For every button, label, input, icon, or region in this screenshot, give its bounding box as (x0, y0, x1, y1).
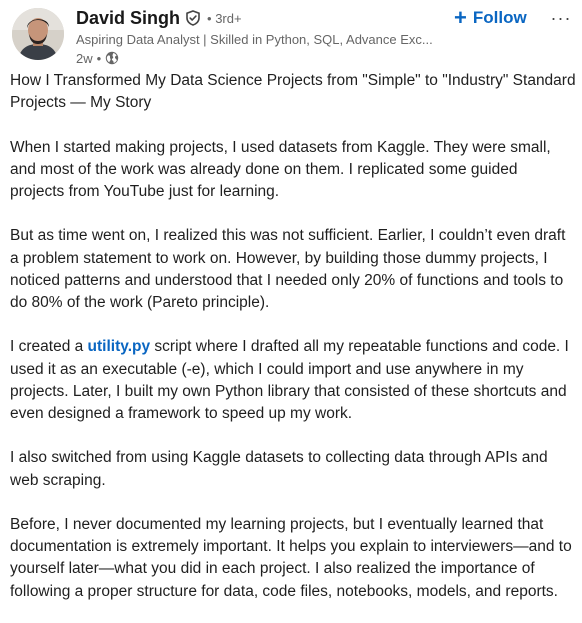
post-body: How I Transformed My Data Science Projec… (10, 70, 576, 603)
follow-label: Follow (472, 8, 527, 27)
paragraph-text: I created a (10, 338, 88, 356)
meta-bullet: • (96, 50, 102, 66)
follow-button[interactable]: + Follow (454, 6, 527, 30)
author-name[interactable]: David Singh (76, 8, 180, 29)
utility-py-link[interactable]: utility.py (88, 338, 151, 355)
author-headline: Aspiring Data Analyst | Skilled in Pytho… (76, 32, 433, 47)
avatar-photo (12, 8, 64, 60)
connection-degree: • 3rd+ (207, 11, 242, 26)
post-meta: 2w • (76, 49, 466, 67)
feed-post: David Singh • 3rd+ Aspiring Data Analyst… (0, 0, 582, 623)
post-age[interactable]: 2w (76, 51, 93, 66)
post-paragraph: Before, I never documented my learning p… (10, 515, 572, 600)
more-horizontal-icon: ··· (550, 7, 572, 28)
post-paragraph: I also switched from using Kaggle datase… (10, 449, 548, 489)
verified-shield-icon (185, 10, 201, 26)
degree-bullet: • (207, 10, 212, 26)
post-paragraph: I created a utility.py script where I dr… (10, 336, 576, 425)
plus-icon: + (454, 5, 467, 30)
post-header: David Singh • 3rd+ Aspiring Data Analyst… (12, 6, 574, 68)
author-name-row: David Singh • 3rd+ (76, 6, 466, 30)
more-options-button[interactable]: ··· (548, 6, 574, 30)
post-paragraph: But as time went on, I realized this was… (10, 227, 566, 311)
post-paragraph-title: How I Transformed My Data Science Projec… (10, 72, 576, 112)
globe-icon (105, 51, 119, 65)
avatar[interactable] (12, 8, 64, 60)
degree-label: 3rd+ (215, 10, 242, 26)
post-paragraph: When I started making projects, I used d… (10, 138, 551, 200)
author-block: David Singh • 3rd+ Aspiring Data Analyst… (76, 6, 466, 67)
